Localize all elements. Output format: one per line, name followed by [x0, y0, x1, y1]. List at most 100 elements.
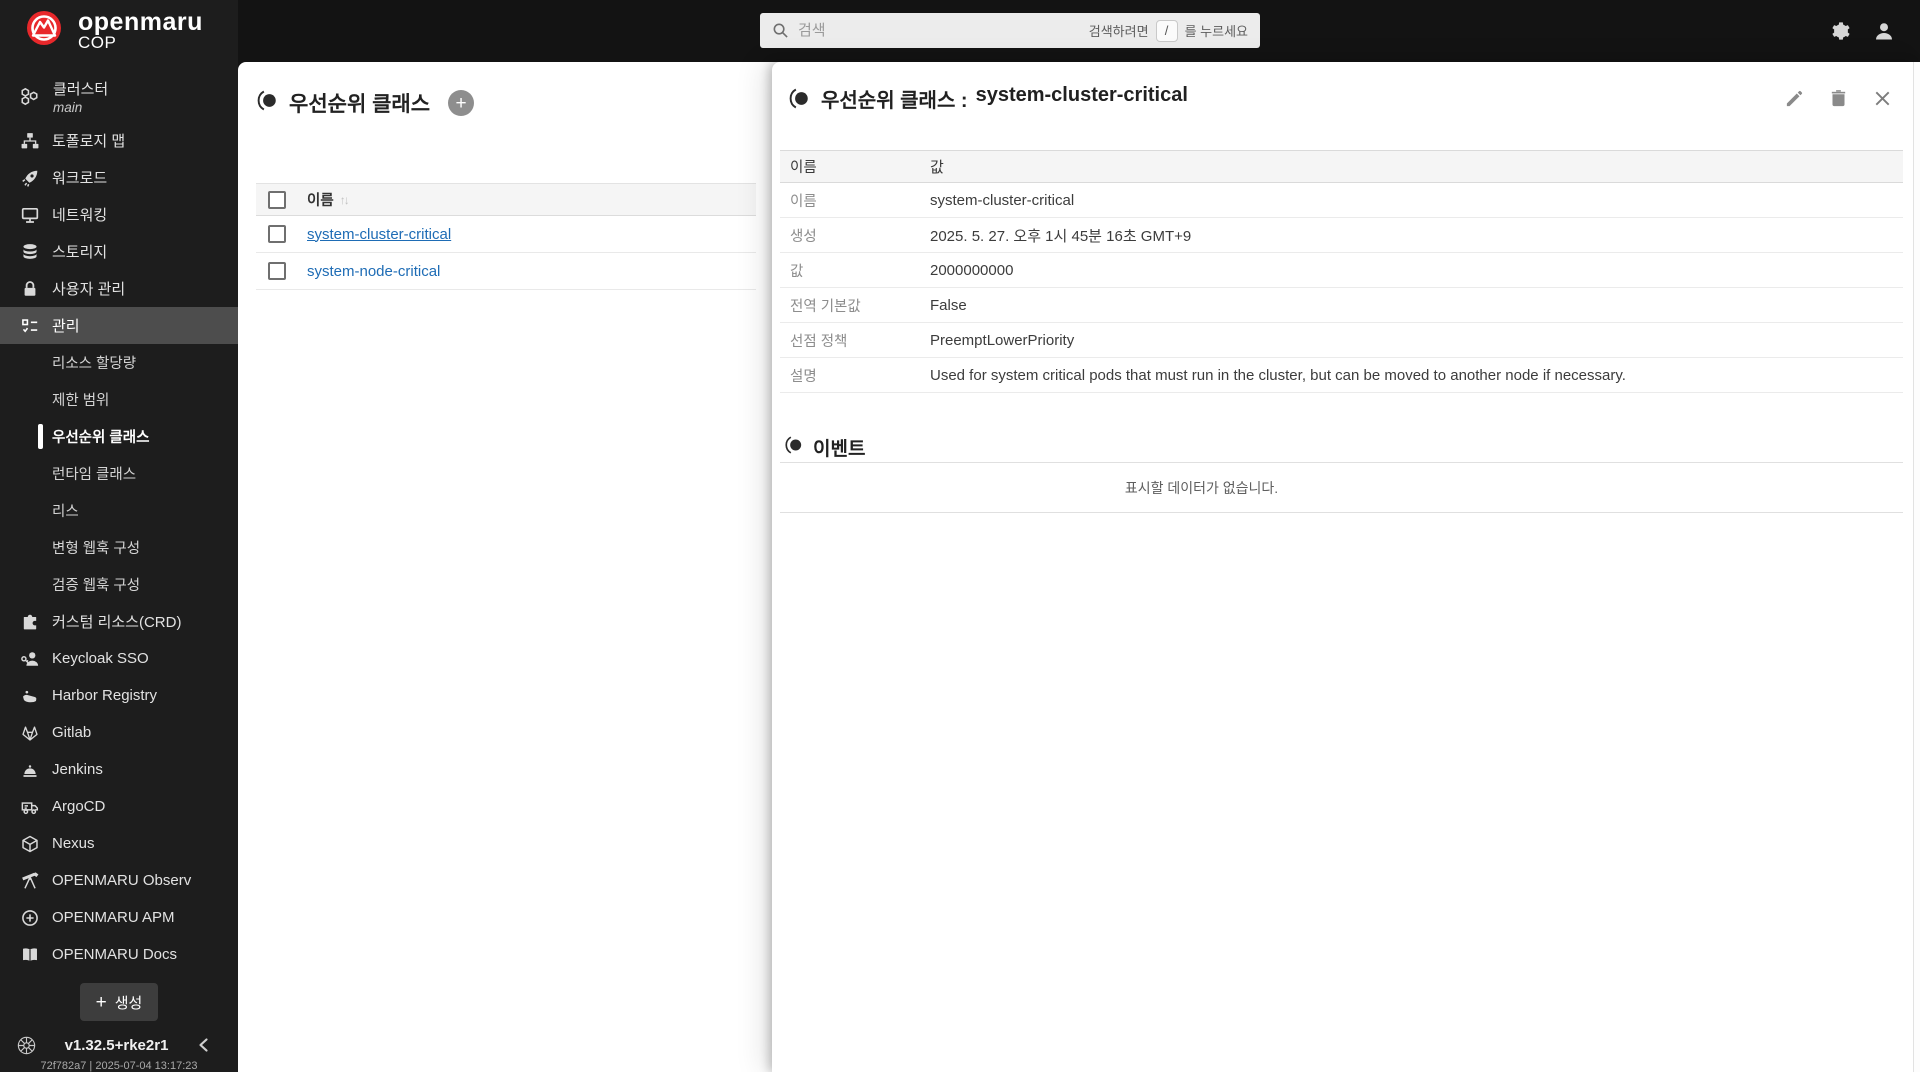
search-hint: 검색하려면 / 를 누르세요: [1088, 19, 1248, 42]
topbar: 검색하려면 / 를 누르세요: [0, 0, 1920, 62]
sidebar-item-label: 커스텀 리소스(CRD): [52, 614, 182, 631]
priority-class-link[interactable]: system-node-critical: [307, 263, 440, 280]
sidebar-item-label: Keycloak SSO: [52, 650, 149, 667]
bell-icon: [20, 760, 39, 779]
search-bar[interactable]: 검색하려면 / 를 누르세요: [760, 13, 1260, 48]
sidebar-item-workloads[interactable]: 워크로드: [0, 159, 238, 196]
name-column-header[interactable]: 이름: [307, 189, 334, 210]
search-hint-prefix: 검색하려면: [1088, 24, 1149, 39]
sidebar-item-storage[interactable]: 스토리지: [0, 233, 238, 270]
close-icon[interactable]: [1872, 88, 1893, 109]
row-checkbox[interactable]: [268, 262, 286, 280]
plus-circle-icon: [20, 908, 39, 927]
sidebar-item-harbor-registry[interactable]: Harbor Registry: [0, 677, 238, 714]
sidebar-item-topology-map[interactable]: 토폴로지 맵: [0, 122, 238, 159]
detail-row-value: system-cluster-critical: [930, 191, 1075, 209]
detail-row-label: 전역 기본값: [790, 298, 861, 315]
search-input[interactable]: [798, 22, 1080, 39]
gear-icon[interactable]: [1830, 20, 1852, 42]
sidebar-subitem-runtime-classes[interactable]: 런타임 클래스: [0, 455, 238, 492]
search-hint-suffix: 를 누르세요: [1184, 24, 1248, 39]
truck-icon: [20, 797, 39, 816]
detail-row-value: False: [930, 296, 967, 314]
detail-table: 이름 값 이름 system-cluster-critical 생성 2025.…: [780, 150, 1903, 393]
drawer-title-prefix: 우선순위 클래스 :: [821, 89, 968, 112]
sidebar-item-label: 스토리지: [52, 244, 108, 261]
detail-row-label: 선점 정책: [790, 333, 848, 350]
sidebar-item-label: 네트워킹: [52, 207, 108, 224]
puzzle-icon: [20, 612, 39, 631]
sidebar-subitem-resource-quotas[interactable]: 리소스 할당량: [0, 344, 238, 381]
no-data-message: 표시할 데이터가 없습니다.: [1124, 479, 1279, 496]
detail-row-value: 2025. 5. 27. 오후 1시 45분 16초 GMT+9: [930, 227, 1192, 245]
detail-row-label: 설명: [790, 368, 817, 385]
section-bullet-icon: [788, 87, 811, 110]
sort-icon[interactable]: ↑↓: [340, 193, 350, 207]
sidebar-subitem-validating-webhooks[interactable]: 검증 웹훅 구성: [0, 566, 238, 603]
sidebar-item-label: Harbor Registry: [52, 687, 158, 704]
sidebar-item-label: 토폴로지 맵: [52, 133, 126, 150]
sidebar-subitem-leases[interactable]: 리스: [0, 492, 238, 529]
cluster-name: main: [53, 100, 83, 115]
trash-icon[interactable]: [1828, 88, 1849, 109]
create-button[interactable]: + 생성: [80, 983, 158, 1021]
sidebar-item-networking[interactable]: 네트워킹: [0, 196, 238, 233]
add-priority-class-button[interactable]: +: [448, 90, 475, 116]
sidebar-item-argocd[interactable]: ArgoCD: [0, 788, 238, 825]
sidebar-item-gitlab[interactable]: Gitlab: [0, 714, 238, 751]
scrollbar[interactable]: [1913, 62, 1920, 1072]
sidebar-item-openmaru-docs[interactable]: OPENMARU Docs: [0, 936, 238, 973]
detail-row: 값 2000000000: [780, 253, 1903, 288]
user-icon[interactable]: [1872, 19, 1896, 43]
telescope-icon: [20, 871, 39, 890]
build-info: 72f782a7 | 2025-07-04 13:17:23: [40, 1060, 198, 1072]
detail-row-label: 이름: [790, 193, 817, 210]
sidebar-subitem-limit-ranges[interactable]: 제한 범위: [0, 381, 238, 418]
helm-boat-icon: [20, 686, 39, 705]
sidebar-item-cluster[interactable]: 클러스터 main: [0, 76, 238, 122]
detail-row-label: 생성: [790, 228, 817, 245]
sidebar-item-openmaru-apm[interactable]: OPENMARU APM: [0, 899, 238, 936]
sidebar-item-label: 사용자 관리: [52, 281, 126, 298]
row-checkbox[interactable]: [268, 225, 286, 243]
priority-class-detail-drawer: 우선순위 클래스 : system-cluster-critical 이름 값 …: [772, 62, 1913, 1072]
brand-subtitle: COP: [78, 33, 117, 52]
section-bullet-icon: [784, 435, 804, 460]
select-all-checkbox[interactable]: [268, 190, 286, 209]
events-title: 이벤트: [813, 439, 866, 460]
detail-row-label: 값: [790, 263, 804, 280]
topology-map-icon: [20, 131, 39, 150]
search-icon: [772, 22, 789, 39]
sidebar: openmaru COP 클러스터 main 토폴로지 맵 워크로드 네트워킹: [0, 0, 238, 1072]
network-icon: [20, 205, 39, 224]
sidebar-item-nexus[interactable]: Nexus: [0, 825, 238, 862]
cluster-version: v1.32.5+rke2r1: [64, 1036, 169, 1054]
table-header-row: 이름 ↑↓: [256, 183, 756, 216]
sidebar-item-openmaru-observ[interactable]: OPENMARU Observ: [0, 862, 238, 899]
pencil-icon[interactable]: [1784, 88, 1805, 109]
sidebar-subitem-mutating-webhooks[interactable]: 변형 웹훅 구성: [0, 529, 238, 566]
topbar-actions: [1830, 0, 1896, 62]
drawer-title: 우선순위 클래스 : system-cluster-critical: [821, 84, 1188, 113]
plus-icon: +: [95, 991, 107, 1013]
sidebar-item-keycloak-sso[interactable]: Keycloak SSO: [0, 640, 238, 677]
key-user-icon: [20, 649, 39, 668]
app-logo[interactable]: openmaru COP: [0, 0, 238, 62]
events-section-title: 이벤트: [784, 434, 865, 461]
sidebar-subitem-priority-classes[interactable]: 우선순위 클래스: [0, 418, 238, 455]
sidebar-item-management[interactable]: 관리: [0, 307, 238, 344]
chevron-left-icon[interactable]: [196, 1037, 212, 1053]
openmaru-logo-icon: [26, 10, 62, 51]
section-bullet-icon: [256, 89, 279, 117]
sidebar-item-user-management[interactable]: 사용자 관리: [0, 270, 238, 307]
database-icon: [20, 242, 39, 261]
sidebar-item-custom-resources[interactable]: 커스텀 리소스(CRD): [0, 603, 238, 640]
book-icon: [20, 945, 39, 964]
detail-row: 선점 정책 PreemptLowerPriority: [780, 323, 1903, 358]
create-button-label: 생성: [114, 994, 143, 1012]
lock-icon: [20, 279, 39, 298]
priority-class-link[interactable]: system-cluster-critical: [307, 226, 451, 243]
drawer-title-resource: system-cluster-critical: [975, 83, 1188, 106]
sidebar-item-label: Nexus: [52, 835, 95, 852]
sidebar-item-jenkins[interactable]: Jenkins: [0, 751, 238, 788]
